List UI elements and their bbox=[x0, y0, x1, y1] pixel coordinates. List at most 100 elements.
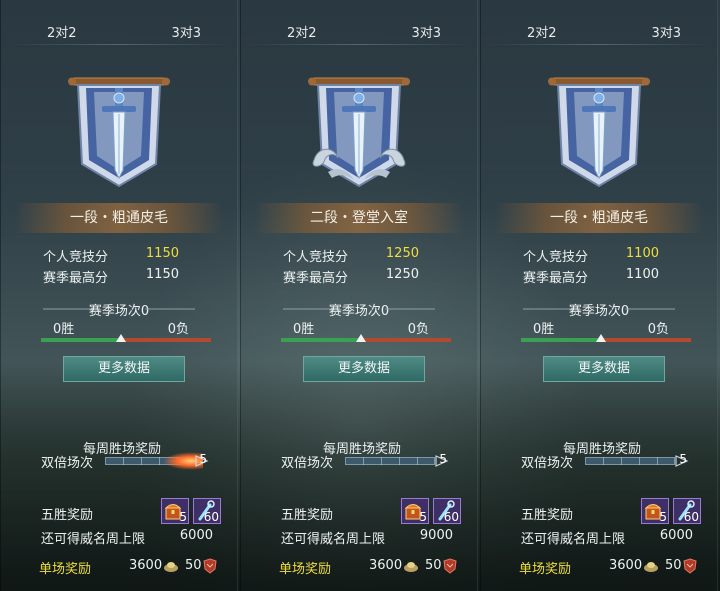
stat-value: 1150 bbox=[145, 246, 179, 261]
stat-row-season-best: 赛季最高分 1100 bbox=[519, 267, 679, 286]
win-loss-bar bbox=[41, 334, 211, 342]
reward-key-item[interactable]: 60 bbox=[193, 498, 221, 524]
double-matches-bar: 5 bbox=[345, 452, 449, 468]
season-matches: 赛季场次0 bbox=[568, 304, 630, 319]
item-count: 60 bbox=[683, 510, 699, 524]
rank-title: 二段・登堂入室 bbox=[255, 203, 463, 233]
arena-panel-3: 2对2 3对3 一段・粗通皮毛 个人竞技分 1100 赛季最高分 1100 赛季… bbox=[480, 0, 718, 591]
reward-key-item[interactable]: 60 bbox=[433, 498, 461, 524]
season-matches: 赛季场次0 bbox=[328, 304, 390, 319]
stat-row-score: 个人竞技分 1150 bbox=[39, 246, 199, 265]
losses-count: 0负 bbox=[647, 322, 669, 337]
double-segment bbox=[141, 457, 160, 465]
double-segment bbox=[363, 457, 382, 465]
mode-tabs: 2对2 3对3 bbox=[481, 22, 717, 41]
single-match-reward-label: 单场奖励 bbox=[39, 562, 92, 577]
stat-value: 1100 bbox=[625, 267, 659, 282]
win-loss-bar bbox=[521, 334, 691, 342]
double-segment bbox=[603, 457, 622, 465]
coin-ingot-icon bbox=[404, 562, 418, 572]
item-count: 60 bbox=[203, 510, 219, 524]
reward-chest-item[interactable]: 5 bbox=[641, 498, 669, 524]
double-segment bbox=[621, 457, 640, 465]
tab-divider bbox=[487, 44, 711, 45]
loss-segment bbox=[120, 338, 211, 342]
double-matches-label: 双倍场次 bbox=[281, 456, 334, 471]
double-segment bbox=[585, 457, 604, 465]
tab-2v2[interactable]: 2对2 bbox=[527, 22, 557, 41]
tab-3v3[interactable]: 3对3 bbox=[411, 22, 441, 41]
arena-panels: 2对2 3对3 一段・粗通皮毛 个人竞技分 1150 赛季最高分 1150 赛季… bbox=[0, 0, 720, 591]
rank-emblem-icon bbox=[68, 77, 170, 188]
wins-count: 0胜 bbox=[53, 322, 75, 337]
stat-row-score: 个人竞技分 1100 bbox=[519, 246, 679, 265]
losses-count: 0负 bbox=[407, 322, 429, 337]
stat-row-season-best: 赛季最高分 1250 bbox=[279, 267, 439, 286]
coin-reward-value: 3600 bbox=[609, 558, 643, 573]
honor-reward-value: 50 bbox=[185, 558, 202, 573]
double-segment bbox=[639, 457, 658, 465]
stat-label: 赛季最高分 bbox=[43, 271, 109, 286]
more-data-button[interactable]: 更多数据 bbox=[303, 356, 425, 382]
honor-shield-icon bbox=[683, 558, 697, 574]
more-data-button[interactable]: 更多数据 bbox=[543, 356, 665, 382]
coin-reward-value: 3600 bbox=[369, 558, 403, 573]
stat-label: 赛季最高分 bbox=[283, 271, 349, 286]
rank-title: 一段・粗通皮毛 bbox=[15, 203, 223, 233]
wins-count: 0胜 bbox=[293, 322, 315, 337]
stat-row-season-best: 赛季最高分 1150 bbox=[39, 267, 199, 286]
stat-row-score: 个人竞技分 1250 bbox=[279, 246, 439, 265]
weekly-cap-label: 还可得威名周上限 bbox=[41, 532, 146, 547]
single-match-reward-label: 单场奖励 bbox=[519, 562, 572, 577]
double-count: 5 bbox=[439, 452, 447, 466]
ratio-marker-icon bbox=[595, 334, 606, 342]
stat-label: 个人竞技分 bbox=[523, 250, 589, 265]
stat-value: 1150 bbox=[145, 267, 179, 282]
stat-label: 个人竞技分 bbox=[283, 250, 349, 265]
tab-2v2[interactable]: 2对2 bbox=[47, 22, 77, 41]
tab-2v2[interactable]: 2对2 bbox=[287, 22, 317, 41]
reward-chest-item[interactable]: 5 bbox=[161, 498, 189, 524]
double-matches-label: 双倍场次 bbox=[41, 456, 94, 471]
reward-chest-item[interactable]: 5 bbox=[401, 498, 429, 524]
tab-divider bbox=[7, 44, 231, 45]
item-count: 5 bbox=[659, 510, 667, 524]
tab-3v3[interactable]: 3对3 bbox=[651, 22, 681, 41]
win-segment bbox=[41, 338, 121, 342]
coin-ingot-icon bbox=[644, 562, 658, 572]
ornament-right-icon bbox=[145, 308, 195, 310]
honor-reward-value: 50 bbox=[425, 558, 442, 573]
season-matches: 赛季场次0 bbox=[88, 304, 150, 319]
losses-count: 0负 bbox=[167, 322, 189, 337]
more-data-button[interactable]: 更多数据 bbox=[63, 356, 185, 382]
loss-segment bbox=[360, 338, 451, 342]
weekly-cap-value: 6000 bbox=[659, 528, 693, 543]
win-segment bbox=[281, 338, 361, 342]
coin-reward-value: 3600 bbox=[129, 558, 163, 573]
ratio-marker-icon bbox=[115, 334, 126, 342]
ornament-right-icon bbox=[625, 308, 675, 310]
mode-tabs: 2对2 3对3 bbox=[241, 22, 477, 41]
stat-label: 赛季最高分 bbox=[523, 271, 589, 286]
mode-tabs: 2对2 3对3 bbox=[1, 22, 237, 41]
tab-3v3[interactable]: 3对3 bbox=[171, 22, 201, 41]
double-count: 5 bbox=[679, 452, 687, 466]
double-segment bbox=[105, 457, 124, 465]
coin-ingot-icon bbox=[164, 562, 178, 572]
reward-key-item[interactable]: 60 bbox=[673, 498, 701, 524]
honor-shield-icon bbox=[443, 558, 457, 574]
honor-shield-icon bbox=[203, 558, 217, 574]
wins-count: 0胜 bbox=[533, 322, 555, 337]
stat-value: 1100 bbox=[625, 246, 659, 261]
win-loss-bar bbox=[281, 334, 451, 342]
rank-emblem-icon bbox=[308, 77, 410, 188]
double-segment bbox=[399, 457, 418, 465]
stat-value: 1250 bbox=[385, 246, 419, 261]
double-segment bbox=[345, 457, 364, 465]
tab-divider bbox=[247, 44, 471, 45]
rank-emblem-icon bbox=[548, 77, 650, 188]
stat-label: 个人竞技分 bbox=[43, 250, 109, 265]
weekly-cap-label: 还可得威名周上限 bbox=[521, 532, 626, 547]
five-win-reward-label: 五胜奖励 bbox=[521, 508, 574, 523]
weekly-cap-value: 6000 bbox=[179, 528, 213, 543]
